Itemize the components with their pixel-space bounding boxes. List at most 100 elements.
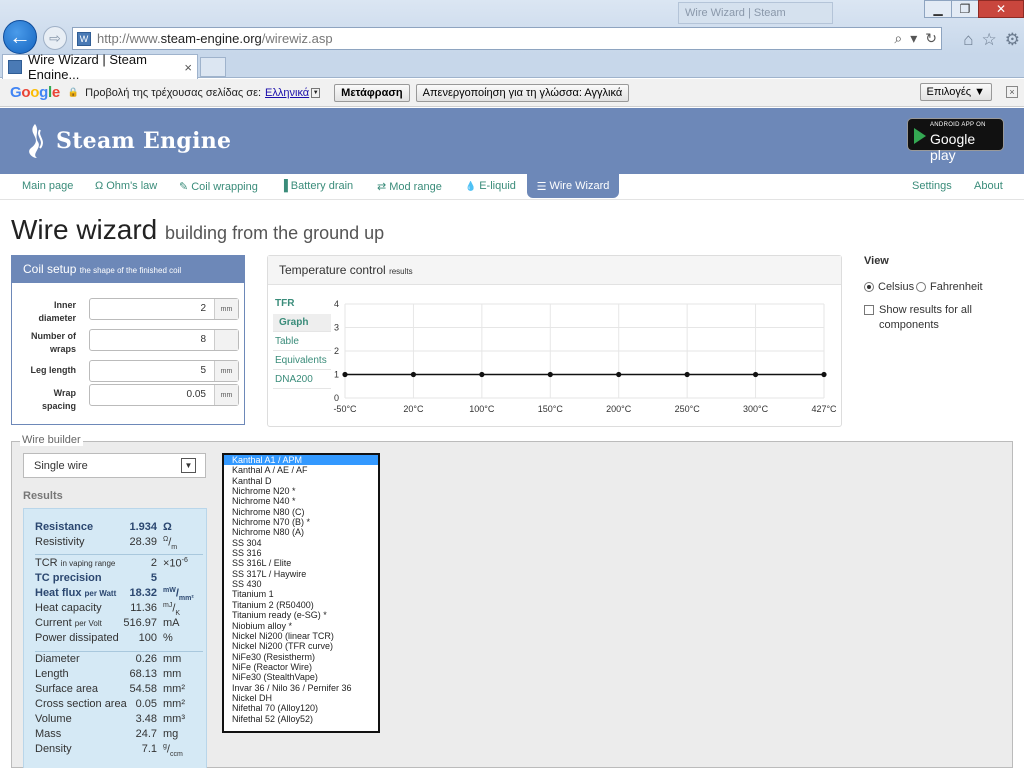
y-tick-label: 4 <box>334 299 339 309</box>
material-option[interactable]: SS 316 <box>224 548 378 558</box>
wire-type-select[interactable]: Single wire ▼ <box>23 453 206 478</box>
material-option[interactable]: Nickel Ni200 (linear TCR) <box>224 631 378 641</box>
address-bar[interactable]: W http://www.steam-engine.org/wirewiz.as… <box>72 27 942 50</box>
inner-diameter-input[interactable]: 2 mm <box>89 298 239 320</box>
lock-icon: 🔒 <box>67 87 80 97</box>
gplay-label: Google play <box>930 131 976 163</box>
background-tab[interactable]: Wire Wizard | Steam <box>678 2 833 24</box>
nav-mod-range[interactable]: ⇄ Mod range <box>377 180 442 193</box>
nav-settings[interactable]: Settings <box>912 180 952 192</box>
result-diameter: Diameter 0.26 mm <box>35 653 182 665</box>
material-option[interactable]: Nickel Ni200 (TFR curve) <box>224 641 378 651</box>
material-option[interactable]: SS 316L / Elite <box>224 558 378 568</box>
material-option[interactable]: NiFe30 (Resistherm) <box>224 652 378 662</box>
y-tick-label: 2 <box>334 346 339 356</box>
coil-setup-header: Coil setup the shape of the finished coi… <box>12 256 244 283</box>
forward-button[interactable]: ⇨ <box>43 26 67 50</box>
target-language-link[interactable]: Ελληνικά <box>265 87 309 99</box>
result-volume: Volume 3.48 mm³ <box>35 713 185 725</box>
material-option[interactable]: Nifethal 70 (Alloy120) <box>224 703 378 713</box>
window-controls: ▁ ❐ ✕ <box>924 0 1024 18</box>
nav-about[interactable]: About <box>974 180 1003 192</box>
translate-options-button[interactable]: Επιλογές ▼ <box>919 83 992 101</box>
wrap-spacing-input[interactable]: 0.05 mm <box>89 384 239 406</box>
leg-length-input[interactable]: 5 mm <box>89 360 239 382</box>
material-option[interactable]: Titanium ready (e-SG) * <box>224 610 378 620</box>
material-option[interactable]: SS 304 <box>224 538 378 548</box>
close-translate-bar-icon[interactable]: × <box>1006 86 1018 98</box>
disable-language-button[interactable]: Απενεργοποίηση για τη γλώσσα: Αγγλικά <box>415 83 630 102</box>
wrap-spacing-row: Wrap spacing 0.05 mm <box>12 382 244 411</box>
google-logo: Google <box>10 84 60 101</box>
material-option[interactable]: Kanthal A / AE / AF <box>224 465 378 475</box>
material-option[interactable]: Nichrome N40 * <box>224 496 378 506</box>
google-play-badge[interactable]: ANDROID APP ON Google play <box>907 118 1004 163</box>
nav-e-liquid[interactable]: 💧 E-liquid <box>465 180 516 192</box>
material-option[interactable]: Nichrome N80 (A) <box>224 527 378 537</box>
site-logo[interactable]: Steam Engine <box>22 122 231 160</box>
material-option[interactable]: NiFe30 (StealthVape) <box>224 672 378 682</box>
settings-gear-icon[interactable]: ⚙ <box>1005 30 1020 50</box>
minimize-icon[interactable]: ▁ <box>924 0 952 18</box>
new-tab-button[interactable] <box>200 57 226 77</box>
nav-coil-wrapping[interactable]: ✎ Coil wrapping <box>179 180 258 193</box>
wire-material-listbox[interactable]: Kanthal A1 / APM Kanthal A / AE / AF Kanth… <box>222 453 380 733</box>
material-option[interactable]: Kanthal D <box>224 476 378 486</box>
close-window-icon[interactable]: ✕ <box>978 0 1024 18</box>
celsius-option[interactable]: Celsius <box>864 281 914 293</box>
language-dropdown-icon[interactable]: ▼ <box>311 87 321 98</box>
back-button[interactable]: ← <box>3 20 37 54</box>
site-header: Steam Engine ANDROID APP ON Google play <box>0 108 1024 174</box>
material-option[interactable]: Kanthal A1 / APM <box>224 455 378 466</box>
show-all-checkbox[interactable] <box>864 305 880 315</box>
show-all-label: Show results for all components <box>879 304 972 331</box>
refresh-icon[interactable]: ↻ <box>925 30 937 47</box>
material-option[interactable]: Nichrome N80 (C) <box>224 507 378 517</box>
bar-chart-icon: ▐ <box>280 180 288 192</box>
leg-length-row: Leg length 5 mm <box>12 358 244 382</box>
tfr-data-point <box>547 371 553 378</box>
home-icon[interactable]: ⌂ <box>963 30 973 50</box>
tab-close-icon[interactable]: × <box>184 60 192 75</box>
material-option[interactable]: Nifethal 52 (Alloy52) <box>224 714 378 724</box>
active-browser-tab[interactable]: Wire Wizard | Steam Engine... × <box>2 52 198 82</box>
nav-main-page[interactable]: Main page <box>22 180 73 192</box>
material-option[interactable]: Nickel DH <box>224 693 378 703</box>
nav-ohms-law[interactable]: Ω Ohm's law <box>95 180 157 192</box>
tab-equivalents[interactable]: Equivalents <box>273 352 331 370</box>
celsius-radio[interactable] <box>864 282 874 292</box>
x-tick-label: 100°C <box>469 404 495 414</box>
search-icon[interactable]: ⌕ <box>894 30 902 47</box>
dropdown-icon[interactable]: ▾ <box>910 30 917 47</box>
tab-graph[interactable]: Graph <box>273 314 331 332</box>
fahrenheit-option[interactable]: Fahrenheit <box>916 281 983 293</box>
tab-tfr[interactable]: TFR <box>273 295 331 313</box>
tab-dna200[interactable]: DNA200 <box>273 371 331 389</box>
material-option[interactable]: Nichrome N20 * <box>224 486 378 496</box>
result-mass: Mass 24.7 mg <box>35 728 179 740</box>
main-nav: Main page Ω Ohm's law ✎ Coil wrapping ▐ Bat… <box>0 174 1024 200</box>
google-translate-bar: Google 🔒 Προβολή της τρέχουσας σελίδας σ… <box>0 79 1024 107</box>
nav-wire-wizard[interactable]: ☰ Wire Wizard <box>527 174 619 198</box>
chevron-down-icon[interactable]: ▼ <box>181 458 196 473</box>
wire-builder-legend: Wire builder <box>20 434 83 446</box>
temperature-control-panel: Temperature control results TFR Graph Ta… <box>267 255 842 427</box>
favorites-star-icon[interactable]: ☆ <box>982 30 997 50</box>
material-option[interactable]: NiFe (Reactor Wire) <box>224 662 378 672</box>
material-option[interactable]: SS 317L / Haywire <box>224 569 378 579</box>
result-heat-capacity: Heat capacity 11.36 mJ/K <box>35 602 181 617</box>
material-option[interactable]: Titanium 2 (R50400) <box>224 600 378 610</box>
fahrenheit-radio[interactable] <box>916 282 926 292</box>
number-of-wraps-input[interactable]: 8 <box>89 329 239 351</box>
translate-button[interactable]: Μετάφραση <box>334 83 410 102</box>
restore-icon[interactable]: ❐ <box>951 0 979 18</box>
material-option[interactable]: Nichrome N70 (B) * <box>224 517 378 527</box>
material-option[interactable]: Invar 36 / Nilo 36 / Pernifer 36 <box>224 683 378 693</box>
material-option[interactable]: Titanium 1 <box>224 589 378 599</box>
nav-battery-drain[interactable]: ▐ Battery drain <box>280 180 353 192</box>
tab-table[interactable]: Table <box>273 333 331 351</box>
material-option[interactable]: Niobium alloy * <box>224 621 378 631</box>
x-tick-label: 20°C <box>403 404 424 414</box>
result-surface-area: Surface area 54.58 mm² <box>35 683 185 695</box>
material-option[interactable]: SS 430 <box>224 579 378 589</box>
